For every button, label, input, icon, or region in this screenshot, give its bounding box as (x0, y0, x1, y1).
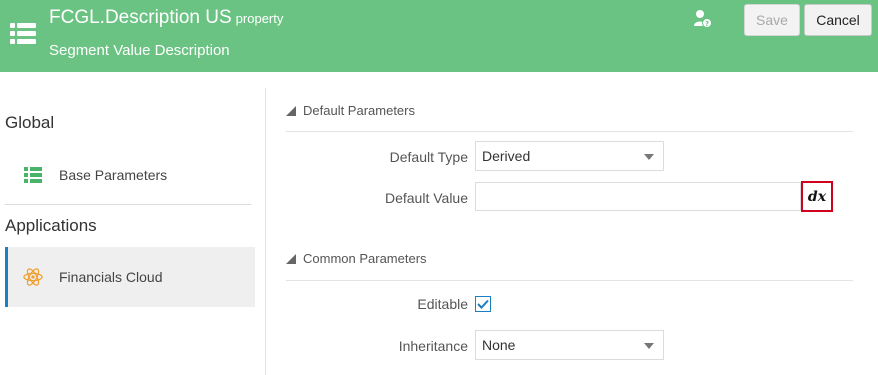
page-subtitle: Segment Value Description (49, 42, 230, 59)
default-value-input[interactable] (475, 182, 801, 211)
chevron-down-icon (644, 154, 654, 160)
sidebar-item-base-parameters[interactable]: Base Parameters (5, 145, 255, 205)
default-type-value: Derived (482, 148, 531, 164)
section-divider (286, 131, 853, 132)
section-divider (286, 280, 853, 281)
section-common-parameters[interactable]: Common Parameters (286, 251, 427, 266)
collapse-triangle-icon (286, 253, 296, 264)
sidebar-divider (5, 204, 251, 205)
sidebar-heading-applications: Applications (5, 216, 97, 235)
save-button[interactable]: Save (744, 4, 800, 36)
page-header: FCGL.Description US property Segment Valu… (0, 0, 878, 72)
default-value-label: Default Value (384, 190, 468, 206)
title-suffix: property (235, 11, 284, 26)
page-title: FCGL.Description US property (49, 7, 283, 29)
inheritance-select[interactable]: None (475, 330, 664, 360)
inheritance-value: None (482, 337, 516, 353)
default-type-label: Default Type (389, 149, 468, 165)
chevron-down-icon (644, 343, 654, 349)
inheritance-label: Inheritance (398, 338, 468, 354)
atom-icon (23, 267, 43, 287)
sidebar-item-label: Financials Cloud (59, 269, 163, 285)
svg-text:?: ? (705, 20, 709, 28)
default-type-select[interactable]: Derived (475, 141, 664, 171)
editable-checkbox[interactable] (475, 296, 491, 312)
panel-separator (265, 88, 266, 375)
collapse-triangle-icon (286, 105, 296, 116)
derivation-button[interactable]: dx (801, 181, 833, 212)
sidebar-item-label: Base Parameters (59, 167, 168, 183)
editable-label: Editable (417, 296, 468, 312)
checkmark-icon (477, 299, 489, 309)
title-text: FCGL.Description US (49, 7, 232, 28)
section-title: Default Parameters (303, 103, 415, 118)
user-help-icon[interactable]: ? (694, 9, 712, 29)
sidebar-heading-global: Global (5, 113, 55, 132)
section-title: Common Parameters (303, 251, 427, 266)
list-icon (23, 165, 43, 185)
cancel-button[interactable]: Cancel (804, 4, 872, 36)
section-default-parameters[interactable]: Default Parameters (286, 103, 415, 118)
sidebar-item-financials-cloud[interactable]: Financials Cloud (5, 247, 255, 307)
list-icon[interactable] (10, 23, 36, 45)
